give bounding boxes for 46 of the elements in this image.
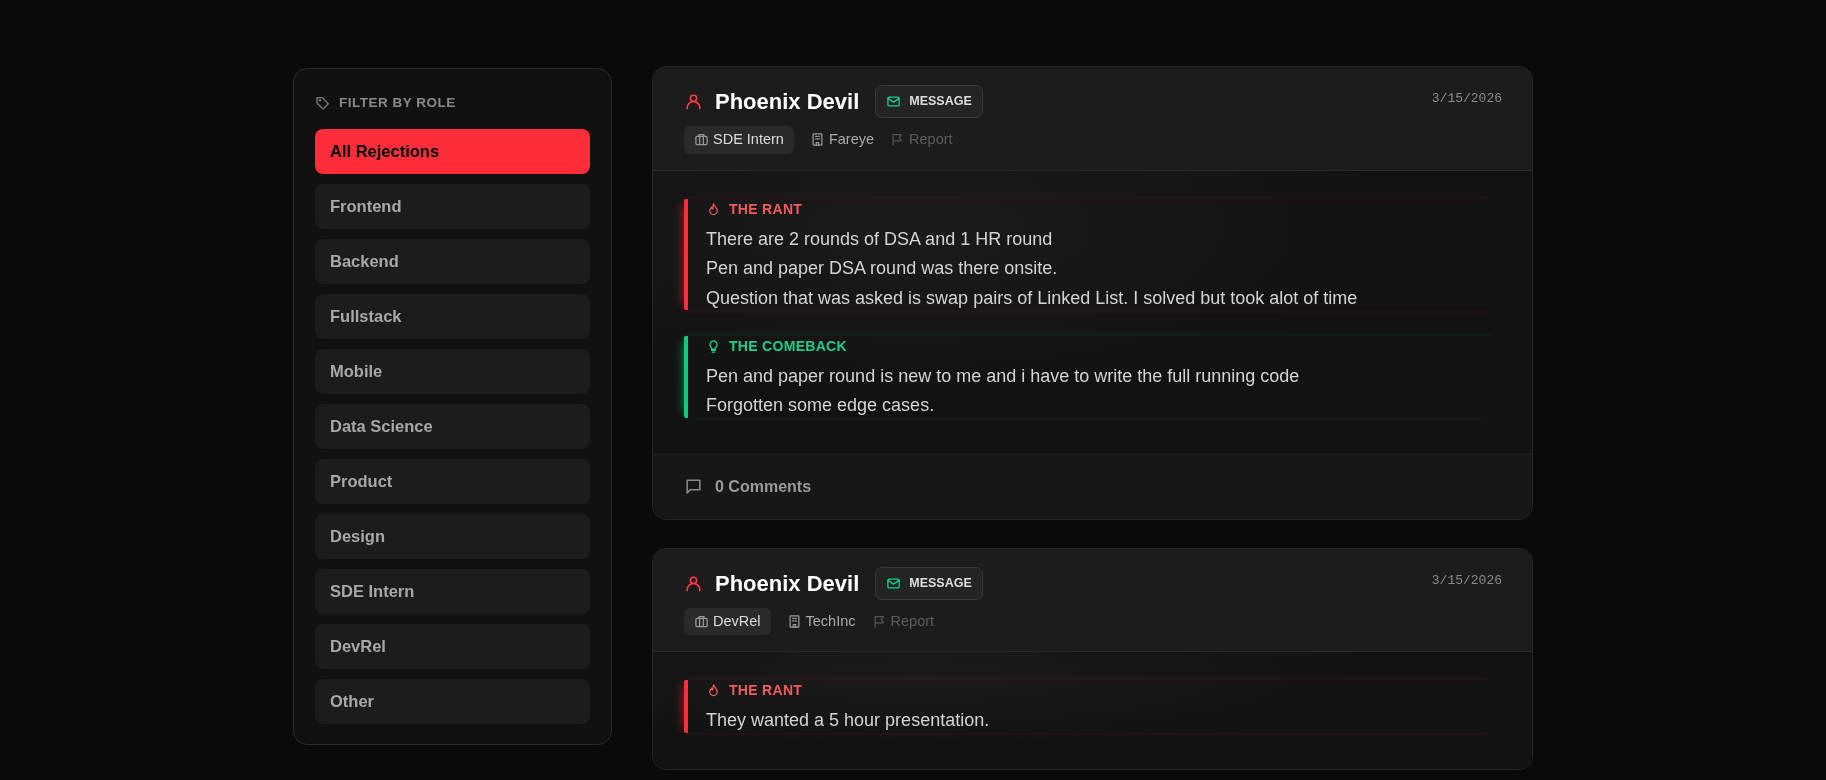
flame-icon bbox=[706, 201, 721, 217]
message-button[interactable]: MESSAGE bbox=[875, 85, 983, 118]
role-filter-item[interactable]: Design bbox=[315, 514, 590, 560]
company-name: Fareye bbox=[828, 130, 875, 149]
section-title: THE RANT bbox=[729, 681, 803, 701]
panel-heading: FILTER BY ROLE bbox=[339, 94, 456, 112]
post-text: Pen and paper round is new to me and i have to write the full running code bbox=[706, 364, 1301, 388]
post-date: 3/15/2026 bbox=[1431, 571, 1502, 590]
briefcase-icon bbox=[694, 132, 709, 148]
role-tag: SDE Intern bbox=[684, 126, 794, 154]
section-title: THE RANT bbox=[729, 199, 803, 219]
role-filter-item[interactable]: Mobile bbox=[315, 349, 590, 395]
mail-icon bbox=[886, 575, 902, 591]
flame-icon bbox=[706, 683, 721, 699]
mail-icon bbox=[886, 94, 902, 109]
post-text: Forgotten some edge cases. bbox=[706, 394, 936, 418]
comments-count: 0 Comments bbox=[715, 476, 812, 497]
role-filter-item[interactable]: Product bbox=[315, 459, 590, 505]
building-icon bbox=[786, 614, 802, 630]
post-text: They wanted a 5 hour presentation. bbox=[706, 709, 991, 733]
post-text: There are 2 rounds of DSA and 1 HR round bbox=[706, 227, 1054, 251]
role-filter-item[interactable]: Fullstack bbox=[315, 294, 590, 340]
briefcase-icon bbox=[694, 614, 709, 630]
user-icon bbox=[684, 573, 703, 593]
flag-icon bbox=[871, 614, 887, 630]
role-filter-item[interactable]: Frontend bbox=[315, 184, 590, 230]
post-date: 3/15/2026 bbox=[1431, 90, 1502, 108]
role-filter-item[interactable]: All Rejections bbox=[315, 129, 590, 175]
post-text: Pen and paper DSA round was there onsite. bbox=[706, 257, 1059, 281]
comment-icon bbox=[684, 477, 703, 497]
role-filter-item[interactable]: Backend bbox=[315, 239, 590, 285]
role-filter-item[interactable]: Other bbox=[315, 679, 590, 725]
message-button[interactable]: MESSAGE bbox=[875, 566, 983, 600]
post-text: Question that was asked is swap pairs of Linked List. I solved but took alot of time bbox=[706, 286, 1359, 310]
tag-icon bbox=[315, 95, 331, 112]
company-name: TechInc bbox=[805, 611, 856, 631]
role-filter-item[interactable]: SDE Intern bbox=[315, 569, 590, 615]
building-icon bbox=[809, 132, 825, 148]
role-filter-item[interactable]: DevRel bbox=[315, 624, 590, 670]
author-name: Phoenix Devil bbox=[715, 569, 860, 598]
role-tag: DevRel bbox=[684, 607, 771, 636]
lightbulb-icon bbox=[706, 338, 721, 354]
section-title: THE COMEBACK bbox=[729, 336, 847, 356]
author-name: Phoenix Devil bbox=[715, 88, 860, 116]
role-filter-item[interactable]: Data Science bbox=[315, 404, 590, 450]
user-icon bbox=[684, 92, 703, 111]
